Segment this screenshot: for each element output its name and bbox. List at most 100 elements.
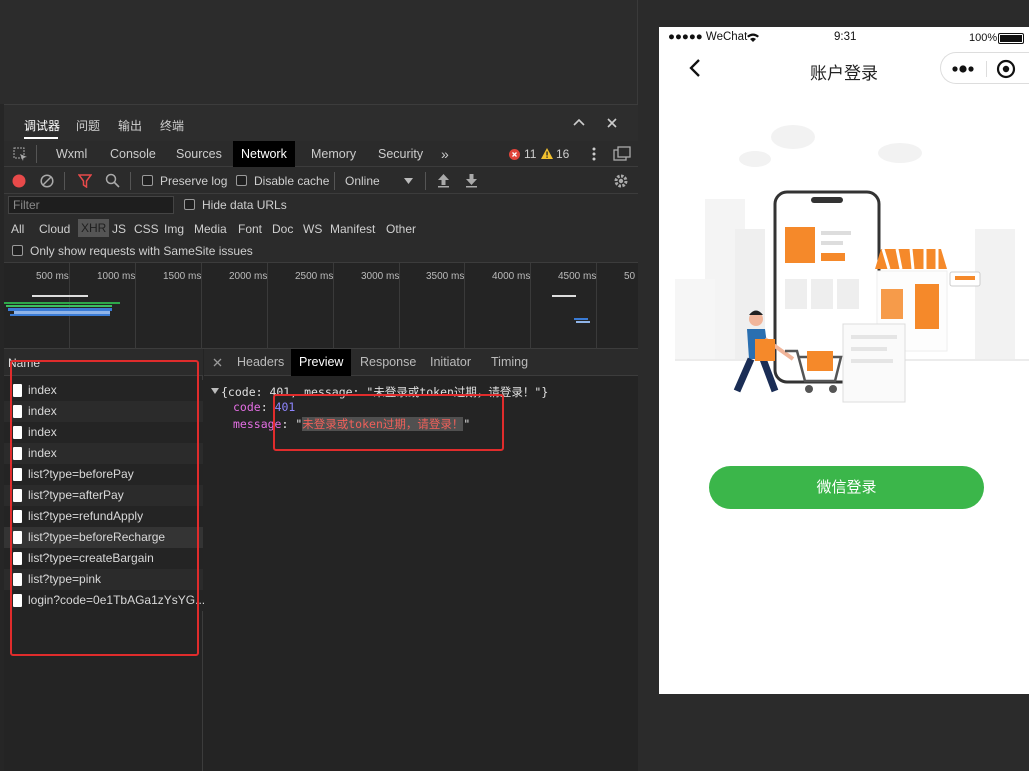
battery-percent: 100% [969, 32, 998, 44]
settings-gear-icon[interactable] [613, 173, 629, 189]
tab-timing[interactable]: Timing [491, 349, 528, 376]
warning-icon [541, 148, 553, 159]
expand-triangle-icon[interactable] [211, 388, 219, 394]
type-ws[interactable]: WS [303, 222, 322, 236]
tab-sources[interactable]: Sources [176, 141, 222, 167]
timeline-bar [6, 305, 112, 307]
tab-console[interactable]: Console [110, 141, 156, 167]
tab-security[interactable]: Security [378, 141, 423, 167]
tab-memory[interactable]: Memory [311, 141, 356, 167]
filter-input[interactable]: Filter [8, 196, 174, 214]
filter-icon[interactable] [78, 174, 92, 188]
timeline-tick: 2500 ms [295, 271, 334, 282]
tab-response[interactable]: Response [360, 349, 416, 376]
divider [334, 172, 335, 190]
disable-cache-checkbox[interactable] [236, 175, 247, 186]
export-har-icon[interactable] [465, 173, 478, 188]
type-js[interactable]: JS [112, 222, 126, 236]
wifi-icon [747, 33, 759, 42]
timeline-bar [576, 321, 590, 323]
throttle-select[interactable]: Online [345, 174, 380, 188]
tab-wxml[interactable]: Wxml [56, 141, 87, 167]
error-icon [509, 149, 520, 160]
samesite-checkbox[interactable] [12, 245, 23, 256]
type-img[interactable]: Img [164, 222, 184, 236]
type-manifest[interactable]: Manifest [330, 222, 375, 236]
timeline-bar [4, 302, 120, 304]
filter-row: Filter Hide data URLs [4, 194, 638, 216]
network-timeline[interactable]: 500 ms 1000 ms 1500 ms 2000 ms 2500 ms 3… [4, 263, 638, 349]
type-filter-row: All Cloud XHR JS CSS Img Media Font Doc … [4, 216, 638, 241]
disable-cache-label: Disable cache [254, 174, 330, 188]
type-xhr[interactable]: XHR [78, 219, 110, 237]
navigation-bar: 账户登录 [659, 49, 1029, 91]
more-tabs-button[interactable]: » [441, 141, 449, 167]
timeline-tick: 500 ms [36, 271, 69, 282]
type-all[interactable]: All [11, 222, 24, 236]
detail-tabs: Headers Preview Response Initiator Timin… [204, 349, 638, 376]
type-font[interactable]: Font [238, 222, 262, 236]
inspect-element-icon[interactable] [13, 147, 28, 162]
tab-terminal[interactable]: 终端 [160, 117, 184, 134]
panel-tabs-bar: Wxml Console Sources Network Memory Secu… [4, 141, 638, 167]
tab-output[interactable]: 输出 [118, 117, 142, 134]
more-options-icon[interactable] [592, 146, 596, 162]
chevron-down-icon[interactable] [404, 178, 413, 184]
tab-initiator[interactable]: Initiator [430, 349, 471, 376]
phone-simulator: ●●●●● WeChat 9:31 100% 账户登录 微信登录 [659, 27, 1029, 694]
timeline-tick: 4500 ms [558, 271, 597, 282]
wechat-login-button[interactable]: 微信登录 [709, 466, 984, 509]
collapse-up-icon[interactable] [572, 116, 586, 130]
undock-icon[interactable] [613, 146, 631, 162]
clear-icon[interactable] [40, 174, 54, 188]
highlight-box-requests [10, 360, 199, 656]
tab-network[interactable]: Network [233, 141, 295, 167]
preserve-log-checkbox[interactable] [142, 175, 153, 186]
type-doc[interactable]: Doc [272, 222, 293, 236]
close-icon[interactable] [605, 116, 619, 130]
more-dots-icon[interactable] [951, 65, 975, 73]
search-icon[interactable] [105, 173, 120, 188]
carrier-label: ●●●●● WeChat [668, 31, 748, 43]
hide-data-urls-checkbox[interactable] [184, 199, 195, 210]
error-count[interactable]: 11 [524, 147, 536, 161]
timeline-tick: 3500 ms [426, 271, 465, 282]
preserve-log-label: Preserve log [160, 174, 228, 188]
highlight-box-message [273, 394, 504, 451]
devtools-panel: 调试器 问题 输出 终端 Wxml Console Sources Networ… [4, 104, 638, 771]
timeline-bar [574, 318, 588, 320]
tab-issues[interactable]: 问题 [76, 117, 100, 134]
samesite-row: Only show requests with SameSite issues [4, 241, 638, 263]
divider [64, 172, 65, 190]
divider [36, 145, 37, 163]
close-miniprogram-icon[interactable] [996, 59, 1016, 79]
warning-count[interactable]: 16 [556, 147, 569, 161]
editor-blank-area [0, 0, 638, 104]
type-media[interactable]: Media [194, 222, 227, 236]
tab-headers[interactable]: Headers [237, 349, 284, 376]
hide-data-urls-label: Hide data URLs [202, 198, 287, 212]
tab-preview[interactable]: Preview [291, 349, 352, 376]
active-tab-indicator [24, 137, 58, 139]
divider [986, 61, 987, 77]
type-cloud[interactable]: Cloud [39, 222, 70, 236]
type-css[interactable]: CSS [134, 222, 159, 236]
timeline-tick: 3000 ms [361, 271, 400, 282]
network-toolbar: Preserve log Disable cache Online [4, 167, 638, 194]
record-icon[interactable] [12, 174, 26, 188]
timeline-tick: 2000 ms [229, 271, 268, 282]
import-har-icon[interactable] [437, 173, 450, 188]
battery-icon [998, 33, 1024, 44]
close-detail-icon[interactable] [213, 358, 222, 367]
code-key: code [233, 400, 261, 414]
tab-debugger[interactable]: 调试器 [24, 117, 60, 134]
request-list: Name index index index index list?type=b… [4, 349, 205, 771]
samesite-label: Only show requests with SameSite issues [30, 244, 253, 258]
timeline-bar [10, 314, 110, 316]
type-other[interactable]: Other [386, 222, 416, 236]
clock: 9:31 [834, 31, 857, 43]
filter-placeholder: Filter [13, 198, 40, 212]
timeline-bar [32, 295, 88, 297]
timeline-tick: 50 [624, 271, 636, 282]
timeline-tick: 1000 ms [97, 271, 136, 282]
